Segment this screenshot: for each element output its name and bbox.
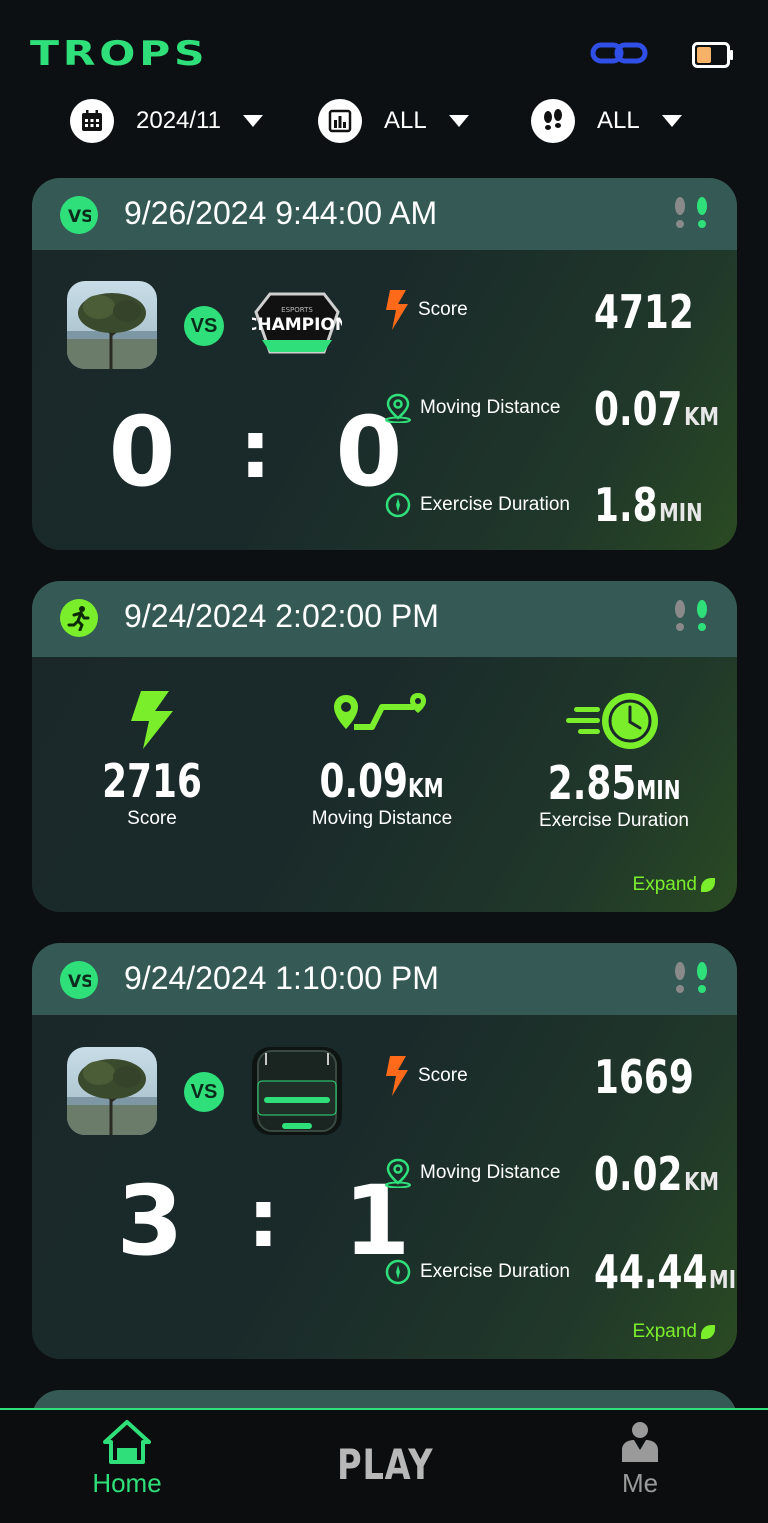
battery-icon	[692, 42, 734, 73]
svg-text:VS: VS	[68, 972, 91, 991]
home-icon	[103, 1420, 151, 1464]
distance-label: Moving Distance	[311, 808, 453, 829]
svg-text:VS: VS	[68, 207, 91, 226]
distance-value: 0.07KM	[594, 382, 720, 436]
distance-stat: 0.09KM Moving Distance	[292, 691, 472, 830]
duration-label: Exercise Duration	[384, 1258, 570, 1286]
link-icon[interactable]	[590, 40, 648, 71]
footprint-icon	[531, 99, 575, 143]
leaf-icon	[701, 1325, 715, 1339]
duration-stat: 2.85MIN Exercise Duration	[524, 691, 704, 832]
nav-home-label: Home	[92, 1468, 162, 1498]
score-separator: :	[247, 1172, 280, 1265]
leaf-icon	[701, 878, 715, 892]
vs-badge: VS	[184, 1072, 224, 1112]
card-header: 9/24/2024 2:02:00 PM	[32, 581, 737, 657]
score-left: 3	[116, 1165, 184, 1277]
location-pin-icon	[385, 393, 411, 423]
chevron-down-icon	[661, 115, 682, 127]
activity-card[interactable]: 9/24/2024 2:02:00 PM 2716 Score 0.09KM M…	[32, 581, 737, 912]
distance-value: 0.09KM	[319, 754, 445, 808]
bottom-navigation: Home PLAY Me	[0, 1408, 768, 1523]
card-datetime: 9/26/2024 9:44:00 AM	[124, 195, 438, 231]
nav-me[interactable]: Me	[590, 1420, 690, 1499]
svg-text:ESPORTS: ESPORTS	[281, 306, 313, 314]
duration-value: 2.85MIN	[547, 756, 681, 810]
month-filter-value: 2024/11	[136, 107, 221, 134]
compass-clock-icon	[385, 492, 411, 518]
player-avatar	[67, 281, 157, 369]
vs-mode-icon: VS	[60, 961, 98, 999]
expand-button[interactable]: Expand	[633, 874, 715, 896]
match-score: 0 : 0	[102, 396, 409, 508]
score-separator: :	[239, 403, 272, 496]
activity-card[interactable]: VS 9/24/2024 1:10:00 PM VS 3 : 1 Score 1…	[32, 943, 737, 1359]
footprints-icon	[671, 961, 711, 1000]
score-label: Score	[384, 290, 468, 330]
speed-clock-icon	[566, 693, 658, 749]
vs-mode-icon: VS	[60, 196, 98, 234]
app-logo: TROPS	[30, 34, 209, 74]
player-avatar	[67, 1047, 157, 1135]
expand-button[interactable]: Expand	[633, 1321, 715, 1343]
mode-filter-value: ALL	[597, 107, 640, 134]
score-value: 2716	[102, 754, 202, 808]
type-filter[interactable]: ALL	[318, 98, 469, 144]
score-label: Score	[384, 1056, 468, 1096]
type-filter-value: ALL	[384, 107, 427, 134]
mode-filter[interactable]: ALL	[531, 98, 682, 144]
score-stat: 2716 Score	[72, 691, 232, 830]
bar-chart-icon	[318, 99, 362, 143]
month-filter[interactable]: 2024/11	[70, 98, 263, 144]
lightning-icon	[386, 290, 408, 330]
footprints-icon	[671, 196, 711, 235]
nav-play[interactable]: PLAY	[330, 1440, 440, 1489]
duration-value: 1.8MIN	[594, 478, 703, 532]
route-icon	[334, 693, 426, 730]
score-label: Score	[127, 808, 177, 829]
activity-card[interactable]: VS 9/26/2024 9:44:00 AM VS CHAMPIONESPOR…	[32, 178, 737, 550]
score-value: 1669	[594, 1050, 694, 1104]
opponent-avatar	[252, 1047, 342, 1135]
person-icon	[622, 1422, 658, 1462]
lightning-icon	[131, 691, 173, 749]
compass-clock-icon	[385, 1259, 411, 1285]
running-icon	[60, 599, 98, 637]
card-header: VS 9/26/2024 9:44:00 AM	[32, 178, 737, 250]
distance-label: Moving Distance	[384, 393, 560, 423]
score-value: 4712	[594, 285, 694, 339]
champion-league-logo: CHAMPIONESPORTS	[252, 281, 342, 369]
match-score: 3 : 1	[110, 1165, 417, 1277]
location-pin-icon	[385, 1158, 411, 1188]
score-left: 0	[108, 396, 176, 508]
duration-label: Exercise Duration	[384, 491, 570, 519]
nav-me-label: Me	[621, 1468, 659, 1498]
nav-home[interactable]: Home	[70, 1420, 184, 1499]
card-datetime: 9/24/2024 1:10:00 PM	[124, 960, 439, 996]
top-bar: TROPS	[0, 0, 768, 100]
svg-text:CHAMPION: CHAMPION	[252, 315, 342, 335]
distance-value: 0.02KM	[594, 1147, 720, 1201]
duration-label: Exercise Duration	[539, 810, 689, 831]
footprints-icon	[671, 599, 711, 638]
vs-badge: VS	[184, 306, 224, 346]
card-datetime: 9/24/2024 2:02:00 PM	[124, 598, 439, 634]
calendar-icon	[70, 99, 114, 143]
distance-label: Moving Distance	[384, 1158, 560, 1188]
lightning-icon	[386, 1056, 408, 1096]
chevron-down-icon	[448, 115, 469, 127]
card-header: VS 9/24/2024 1:10:00 PM	[32, 943, 737, 1015]
nav-play-label: PLAY	[336, 1440, 434, 1489]
duration-value: 44.44MIN	[594, 1245, 737, 1299]
filter-bar: 2024/11 ALL ALL	[0, 98, 768, 144]
chevron-down-icon	[242, 115, 263, 127]
